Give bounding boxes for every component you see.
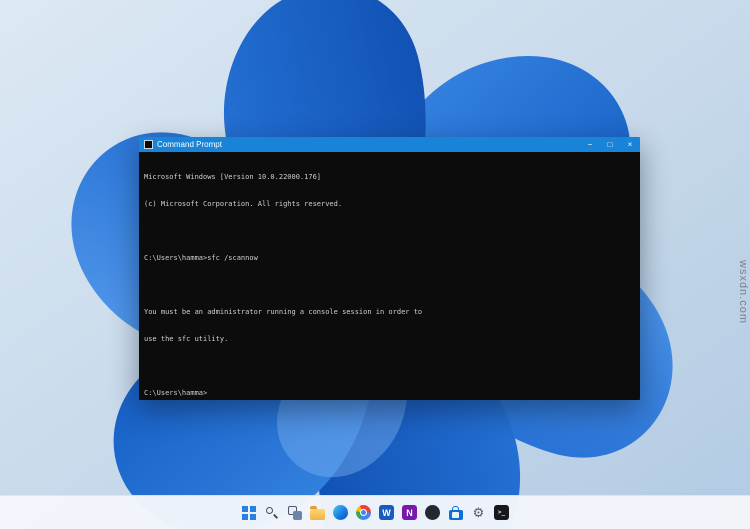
- command-prompt-window[interactable]: Command Prompt − □ × Microsoft Windows […: [139, 137, 640, 400]
- command-prompt-tile-icon: >_: [494, 505, 509, 520]
- taskbar-task-view-button[interactable]: [285, 503, 305, 523]
- window-controls: − □ ×: [580, 137, 640, 152]
- watermark: wsxdn.com: [737, 260, 749, 325]
- gear-icon: ⚙: [472, 505, 485, 520]
- window-title: Command Prompt: [157, 139, 222, 149]
- close-button[interactable]: ×: [620, 137, 640, 152]
- onenote-icon: N: [402, 505, 417, 520]
- taskbar-github-button[interactable]: [423, 503, 443, 523]
- chrome-browser-icon: [356, 505, 371, 520]
- taskbar-store-button[interactable]: [446, 503, 466, 523]
- taskbar-chrome-button[interactable]: [354, 503, 374, 523]
- taskbar-start-button[interactable]: [239, 503, 259, 523]
- store-bag-icon: [448, 505, 463, 520]
- terminal-line: You must be an administrator running a c…: [144, 308, 423, 316]
- windows-logo-icon: [241, 505, 256, 520]
- taskbar-search-button[interactable]: [262, 503, 282, 523]
- terminal-line: (c) Microsoft Corporation. All rights re…: [144, 200, 343, 208]
- taskbar-file-explorer-button[interactable]: [308, 503, 328, 523]
- taskbar-onenote-button[interactable]: N: [400, 503, 420, 523]
- search-icon: [265, 506, 278, 519]
- terminal-line: C:\Users\hamma>: [144, 389, 208, 397]
- taskbar-icon-group: W N ⚙ >_: [239, 503, 512, 523]
- task-view-icon: [287, 505, 302, 520]
- folder-icon: [310, 506, 325, 520]
- command-prompt-icon: [144, 140, 153, 149]
- minimize-button[interactable]: −: [580, 137, 600, 152]
- github-icon: [425, 505, 440, 520]
- terminal-line: C:\Users\hamma>sfc /scannow: [144, 254, 258, 262]
- terminal-line: Microsoft Windows [Version 10.0.22000.17…: [144, 173, 322, 181]
- taskbar-settings-button[interactable]: ⚙: [469, 503, 489, 523]
- taskbar-command-prompt-button[interactable]: >_: [492, 503, 512, 523]
- word-icon: W: [379, 505, 394, 520]
- terminal-line: use the sfc utility.: [144, 335, 229, 343]
- window-titlebar[interactable]: Command Prompt − □ ×: [139, 137, 640, 152]
- terminal-output[interactable]: Microsoft Windows [Version 10.0.22000.17…: [139, 152, 640, 400]
- maximize-button[interactable]: □: [600, 137, 620, 152]
- taskbar-edge-button[interactable]: [331, 503, 351, 523]
- edge-browser-icon: [333, 505, 348, 520]
- desktop: wsxdn.com Command Prompt − □ × Microsoft…: [0, 0, 750, 529]
- taskbar: W N ⚙ >_: [0, 495, 750, 529]
- taskbar-word-button[interactable]: W: [377, 503, 397, 523]
